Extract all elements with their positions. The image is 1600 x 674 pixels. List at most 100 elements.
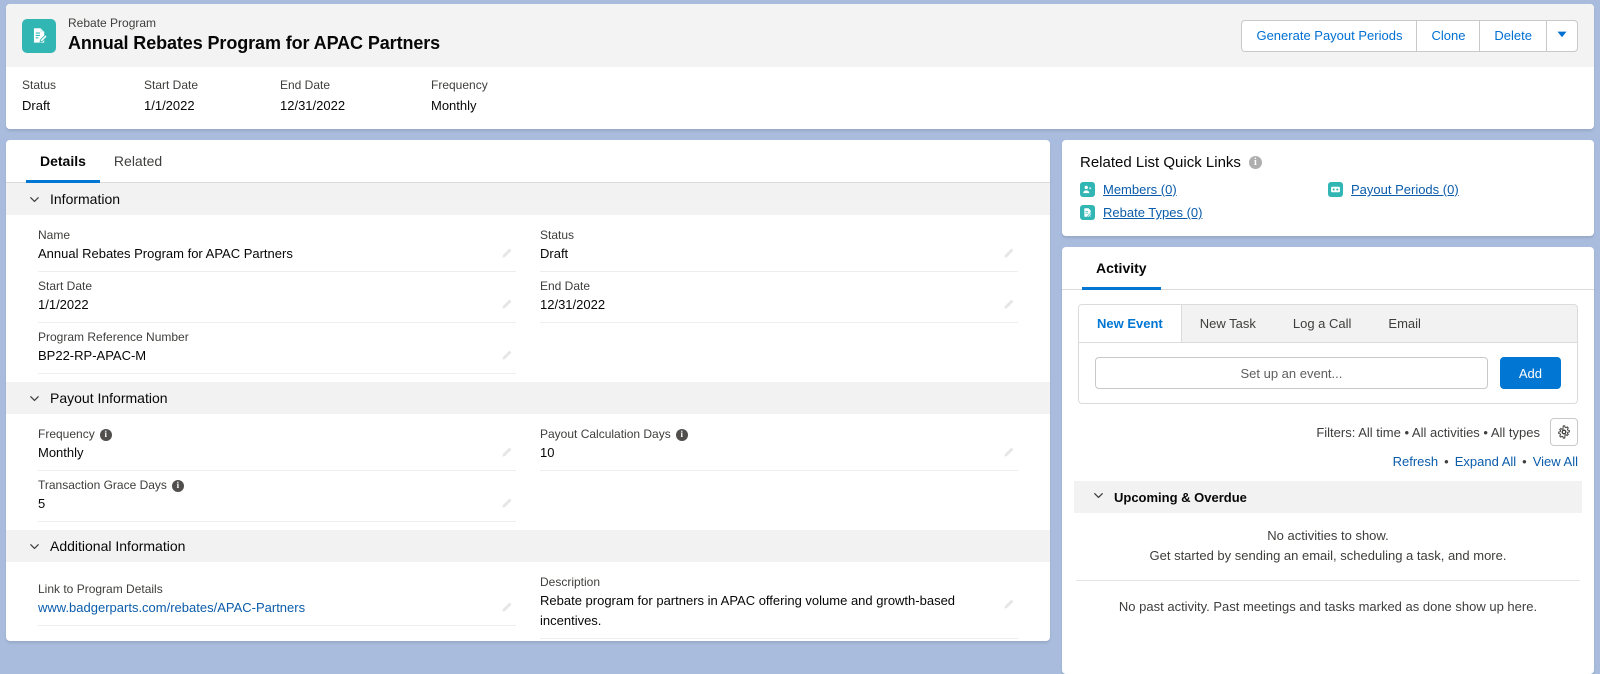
field-transaction-grace-days: Transaction Grace Days i 5 bbox=[38, 471, 516, 522]
field-label: Frequency bbox=[38, 427, 95, 441]
section-column-left: Name Annual Rebates Program for APAC Par… bbox=[26, 221, 528, 374]
more-actions-button[interactable] bbox=[1546, 19, 1578, 52]
section-header-additional-information[interactable]: Additional Information bbox=[6, 530, 1050, 562]
info-icon[interactable]: i bbox=[171, 479, 184, 492]
payout-periods-icon bbox=[1328, 182, 1343, 197]
salesforce-record-page: Rebate Program Annual Rebates Program fo… bbox=[0, 0, 1600, 674]
activity-filters-text: Filters: All time • All activities • All… bbox=[1316, 424, 1540, 440]
highlight-field-status: Status Draft bbox=[22, 77, 128, 115]
quick-link-payout-periods[interactable]: Payout Periods (0) bbox=[1328, 182, 1576, 197]
field-end-date: End Date 12/31/2022 bbox=[540, 272, 1018, 323]
info-icon[interactable]: i bbox=[99, 428, 112, 441]
pencil-icon[interactable] bbox=[998, 243, 1018, 263]
quick-links-title-row: Related List Quick Links i bbox=[1080, 154, 1576, 171]
field-label: Description bbox=[540, 575, 601, 589]
pencil-icon[interactable] bbox=[998, 442, 1018, 462]
pencil-icon[interactable] bbox=[496, 243, 516, 263]
section-body-additional-information: Link to Program Details www.badgerparts.… bbox=[6, 562, 1050, 641]
tab-details[interactable]: Details bbox=[26, 140, 100, 183]
tab-activity[interactable]: Activity bbox=[1082, 247, 1161, 290]
program-details-link[interactable]: www.badgerparts.com/rebates/APAC-Partner… bbox=[38, 598, 496, 618]
delete-button[interactable]: Delete bbox=[1479, 19, 1546, 52]
generate-payout-periods-button[interactable]: Generate Payout Periods bbox=[1241, 19, 1417, 52]
pencil-icon[interactable] bbox=[496, 493, 516, 513]
field-description: Description Rebate program for partners … bbox=[540, 568, 1018, 639]
field-value: 12/31/2022 bbox=[540, 297, 606, 312]
field-label: Payout Calculation Days bbox=[540, 427, 671, 441]
field-frequency: Frequency i Monthly bbox=[38, 420, 516, 471]
composer-tab-email[interactable]: Email bbox=[1370, 305, 1440, 342]
info-icon[interactable]: i bbox=[675, 428, 688, 441]
highlight-field-start-date: Start Date 1/1/2022 bbox=[144, 78, 199, 113]
chevron-down-icon bbox=[1556, 21, 1568, 51]
pencil-icon[interactable] bbox=[496, 294, 516, 314]
section-body-information: Name Annual Rebates Program for APAC Par… bbox=[6, 215, 1050, 376]
field-label: Link to Program Details bbox=[38, 582, 163, 596]
composer-tabs: New Event New Task Log a Call Email bbox=[1078, 304, 1578, 343]
record-header: Rebate Program Annual Rebates Program fo… bbox=[6, 4, 1594, 129]
page-body: Details Related Information Name Annual … bbox=[6, 140, 1594, 674]
quick-link-rebate-types[interactable]: Rebate Types (0) bbox=[1080, 205, 1328, 220]
field-label: Status bbox=[540, 228, 575, 242]
field-payout-calculation-days: Payout Calculation Days i 10 bbox=[540, 420, 1018, 471]
gear-icon[interactable] bbox=[1550, 418, 1578, 446]
field-value: 1/1/2022 bbox=[38, 297, 89, 312]
field-value: Annual Rebates Program for APAC Partners bbox=[38, 246, 293, 261]
field-program-reference-number: Program Reference Number BP22-RP-APAC-M bbox=[38, 323, 516, 374]
section-header-upcoming-overdue[interactable]: Upcoming & Overdue bbox=[1074, 481, 1582, 513]
activity-tabs: Activity bbox=[1062, 247, 1594, 290]
field-name: Name Annual Rebates Program for APAC Par… bbox=[38, 221, 516, 272]
section-title: Upcoming & Overdue bbox=[1114, 489, 1247, 505]
link-separator: • bbox=[1522, 454, 1527, 469]
pencil-icon[interactable] bbox=[998, 594, 1018, 614]
rebate-types-icon bbox=[1080, 205, 1095, 220]
expand-all-link[interactable]: Expand All bbox=[1455, 454, 1516, 469]
tab-related[interactable]: Related bbox=[100, 140, 176, 183]
status-value: Draft bbox=[22, 98, 51, 113]
quick-link-label[interactable]: Members (0) bbox=[1103, 182, 1177, 197]
activity-links-row: Refresh • Expand All • View All bbox=[1062, 446, 1594, 469]
empty-title: No activities to show. bbox=[1267, 528, 1389, 543]
chevron-down-icon bbox=[28, 392, 41, 405]
field-value: 5 bbox=[38, 496, 46, 511]
section-title: Additional Information bbox=[50, 538, 186, 554]
quick-link-label[interactable]: Payout Periods (0) bbox=[1351, 182, 1459, 197]
quick-link-members[interactable]: Members (0) bbox=[1080, 182, 1328, 197]
record-header-actions: Generate Payout Periods Clone Delete bbox=[1241, 19, 1578, 52]
refresh-link[interactable]: Refresh bbox=[1393, 454, 1439, 469]
details-card: Details Related Information Name Annual … bbox=[6, 140, 1050, 641]
page-title: Annual Rebates Program for APAC Partners bbox=[68, 33, 441, 53]
field-value: Monthly bbox=[38, 445, 84, 460]
field-value: Rebate program for partners in APAC offe… bbox=[540, 593, 956, 628]
record-header-top: Rebate Program Annual Rebates Program fo… bbox=[6, 4, 1594, 67]
field-label: End Date bbox=[540, 279, 591, 293]
pencil-icon[interactable] bbox=[496, 345, 516, 365]
link-separator: • bbox=[1444, 454, 1449, 469]
section-header-information[interactable]: Information bbox=[6, 183, 1050, 215]
details-tabs: Details Related bbox=[6, 140, 1050, 183]
view-all-link[interactable]: View All bbox=[1533, 454, 1578, 469]
clone-button[interactable]: Clone bbox=[1416, 19, 1480, 52]
activity-past-state: No past activity. Past meetings and task… bbox=[1062, 581, 1594, 633]
section-header-payout-information[interactable]: Payout Information bbox=[6, 382, 1050, 414]
pencil-icon[interactable] bbox=[998, 294, 1018, 314]
field-link-to-program-details: Link to Program Details www.badgerparts.… bbox=[38, 568, 516, 626]
empty-subtitle: Get started by sending an email, schedul… bbox=[1149, 548, 1507, 563]
section-column-right: Status Draft End Date 12/31/2022 bbox=[528, 221, 1030, 374]
pencil-icon[interactable] bbox=[496, 597, 516, 617]
field-value: BP22-RP-APAC-M bbox=[38, 348, 147, 363]
info-icon[interactable]: i bbox=[1248, 156, 1262, 169]
quick-links-list: Members (0) Payout Periods (0) Rebate Ty… bbox=[1080, 182, 1576, 220]
field-value: Draft bbox=[540, 246, 569, 261]
composer-tab-new-task[interactable]: New Task bbox=[1182, 305, 1275, 342]
add-button[interactable]: Add bbox=[1499, 357, 1561, 389]
pencil-icon[interactable] bbox=[496, 442, 516, 462]
quick-link-label[interactable]: Rebate Types (0) bbox=[1103, 205, 1202, 220]
composer-tab-new-event[interactable]: New Event bbox=[1079, 305, 1182, 342]
details-column: Details Related Information Name Annual … bbox=[6, 140, 1050, 674]
action-button-group: Generate Payout Periods Clone Delete bbox=[1241, 19, 1578, 52]
section-column-right: Payout Calculation Days i 10 bbox=[528, 420, 1030, 522]
composer-tab-log-a-call[interactable]: Log a Call bbox=[1275, 305, 1371, 342]
event-input[interactable] bbox=[1095, 357, 1488, 389]
activity-empty-state: No activities to show. Get started by se… bbox=[1062, 513, 1594, 580]
